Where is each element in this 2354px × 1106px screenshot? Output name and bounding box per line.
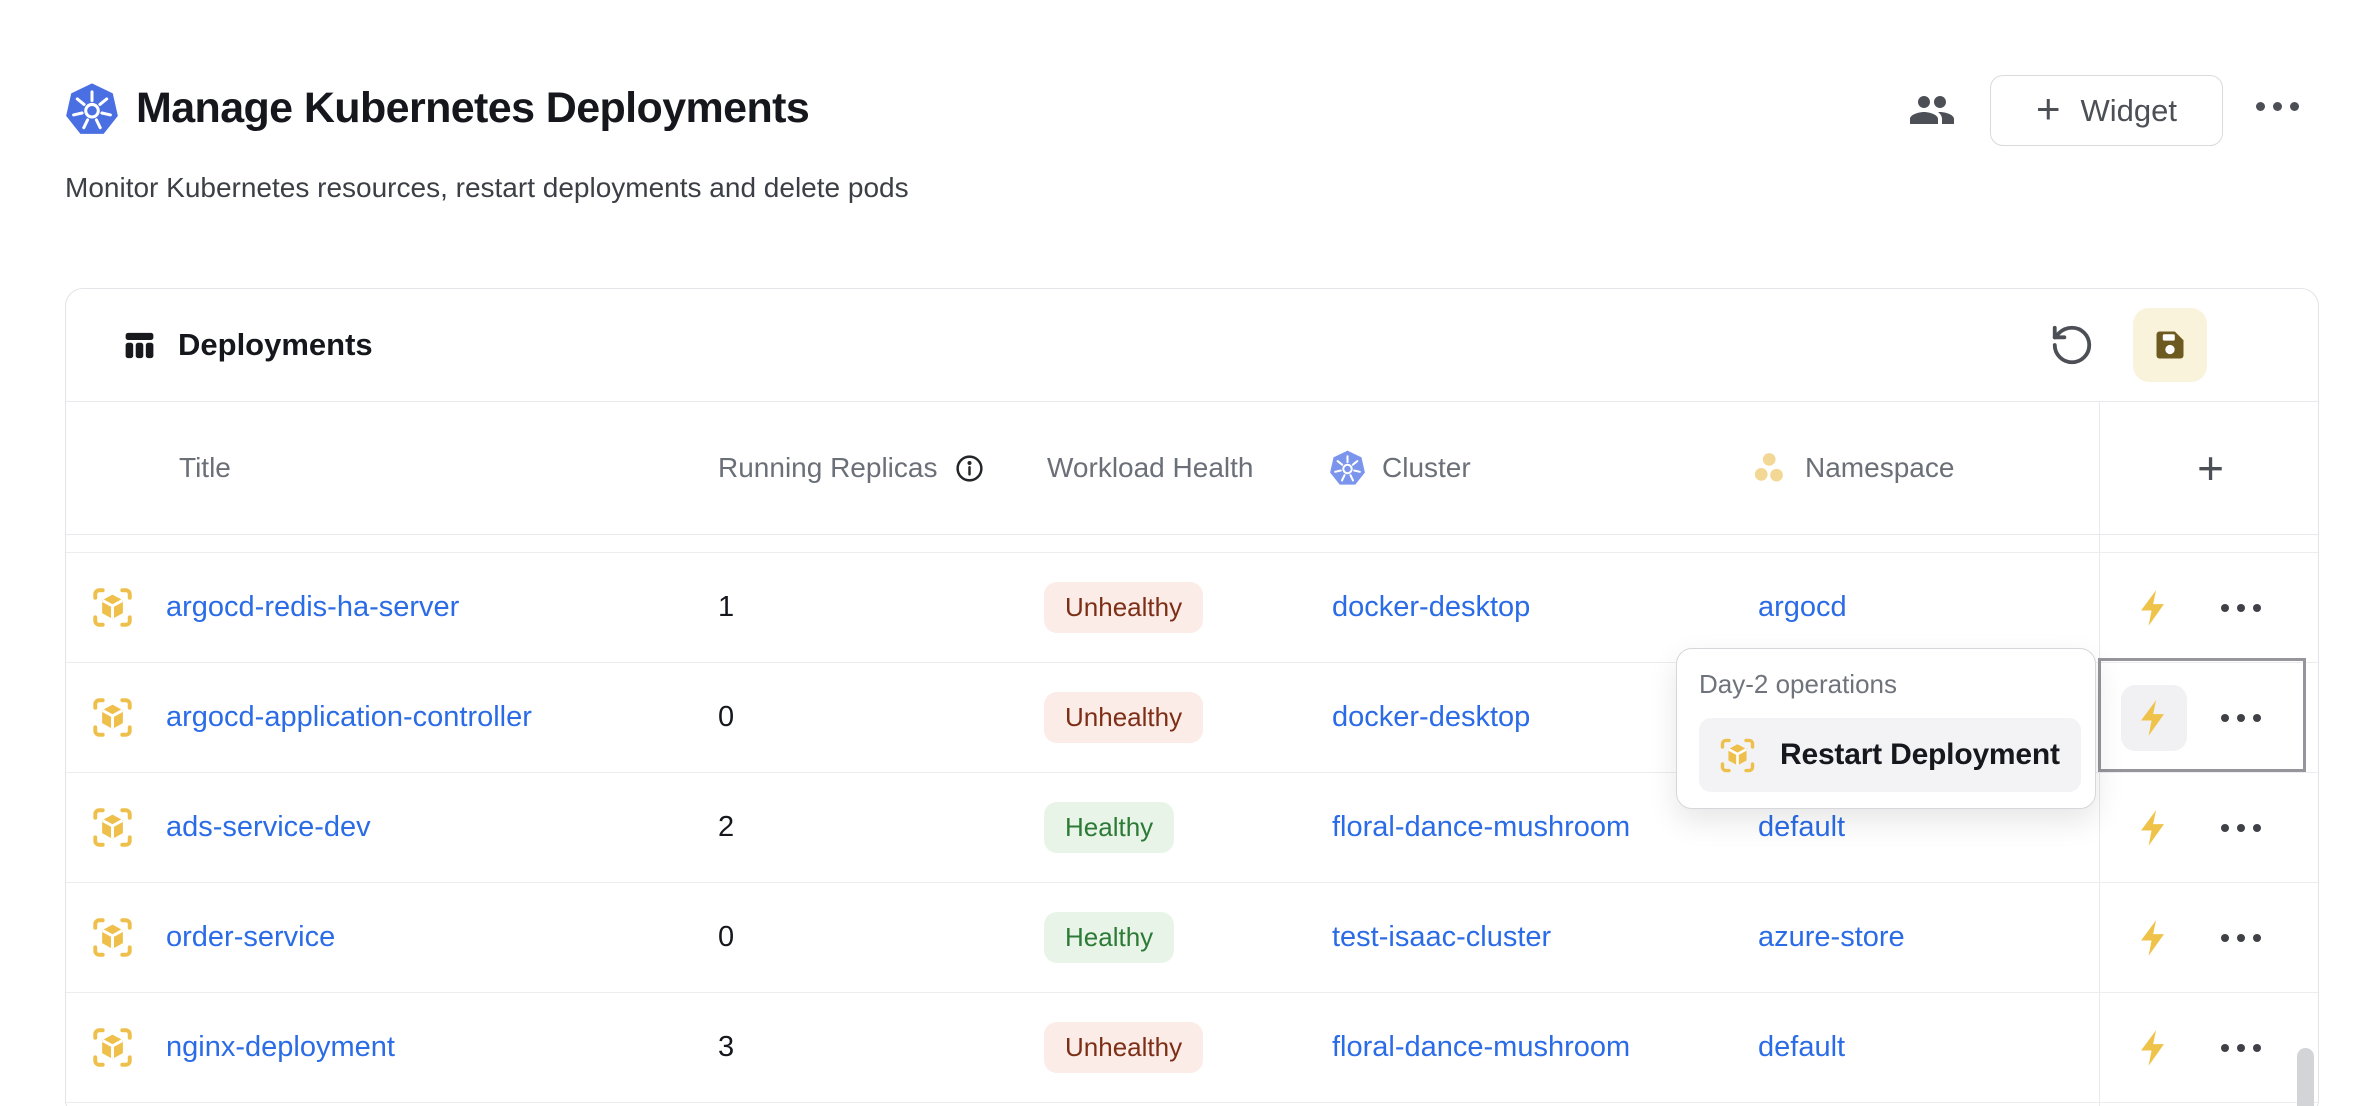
cluster-link[interactable]: docker-desktop [1332,591,1530,623]
table-bottom-border [66,1102,2318,1106]
deployment-icon [89,1024,136,1071]
health-badge: Unhealthy [1044,692,1203,743]
deployment-icon [89,584,136,631]
column-header-cluster: Cluster [1322,449,1739,488]
widget-button-label: Widget [2081,93,2177,129]
day2-operations-popup: Day-2 operations Restart Deployment [1676,648,2096,809]
scrolled-row-sliver [66,535,2318,552]
table-columns-icon [121,327,158,364]
deployment-title-link[interactable]: nginx-deployment [166,1031,395,1064]
page-title: Manage Kubernetes Deployments [136,84,809,133]
save-button[interactable] [2133,308,2207,382]
cluster-link[interactable]: test-isaac-cluster [1332,921,1551,953]
deployment-icon [1717,735,1758,776]
replicas-value: 2 [711,811,1044,844]
deployment-title-link[interactable]: argocd-application-controller [166,701,532,734]
plus-icon: + [2036,88,2061,130]
widget-title: Deployments [178,327,373,363]
page-subtitle: Monitor Kubernetes resources, restart de… [65,172,909,204]
row-menu-button[interactable] [2221,824,2261,832]
table-header-row: Title Running Replicas Workload Health [66,401,2318,535]
column-header-workload-health: Workload Health [1044,452,1322,484]
namespace-link[interactable]: argocd [1758,591,1847,623]
table-row: nginx-deployment 3 Unhealthy floral-danc… [66,992,2318,1102]
restart-deployment-menu-item[interactable]: Restart Deployment [1699,718,2081,792]
column-header-title: Title [66,452,711,484]
zap-icon[interactable] [2133,807,2175,849]
deployment-icon [89,694,136,741]
selected-actions-cell-outline [2098,658,2306,772]
health-badge: Unhealthy [1044,1022,1203,1073]
info-icon[interactable] [954,453,985,484]
health-badge: Unhealthy [1044,582,1203,633]
undo-icon[interactable] [2049,322,2095,368]
deployment-icon [89,914,136,961]
add-widget-button[interactable]: + Widget [1990,75,2223,146]
row-menu-button[interactable] [2221,604,2261,612]
cluster-link[interactable]: docker-desktop [1332,701,1530,733]
replicas-value: 0 [711,701,1044,734]
add-column-button[interactable]: + [2101,402,2320,534]
table-row: argocd-redis-ha-server 1 Unhealthy docke… [66,552,2318,662]
namespace-icon [1751,449,1790,488]
deployment-icon [89,804,136,851]
cluster-link[interactable]: floral-dance-mushroom [1332,811,1630,843]
cluster-link[interactable]: floral-dance-mushroom [1332,1031,1630,1063]
replicas-value: 3 [711,1031,1044,1064]
menu-item-label: Restart Deployment [1780,738,2060,772]
table-row: order-service 0 Healthy test-isaac-clust… [66,882,2318,992]
deployment-title-link[interactable]: argocd-redis-ha-server [166,591,459,624]
zap-icon[interactable] [2133,587,2175,629]
kubernetes-deployments-page: Manage Kubernetes Deployments Monitor Ku… [0,0,2354,1106]
vertical-scrollbar-thumb[interactable] [2297,1048,2314,1106]
replicas-value: 0 [711,921,1044,954]
cluster-kubernetes-icon [1328,449,1367,488]
table-body: argocd-redis-ha-server 1 Unhealthy docke… [66,535,2318,1106]
namespace-link[interactable]: default [1758,1031,1845,1063]
save-icon [2152,327,2188,363]
column-header-running-replicas: Running Replicas [711,452,1044,484]
people-icon[interactable] [1908,86,1956,134]
deployment-title-link[interactable]: order-service [166,921,335,954]
column-header-namespace: Namespace [1739,449,2101,488]
popup-section-label: Day-2 operations [1699,669,2081,700]
row-menu-button[interactable] [2221,934,2261,942]
page-menu-button[interactable] [2256,102,2299,111]
health-badge: Healthy [1044,912,1174,963]
zap-icon[interactable] [2133,1027,2175,1069]
kubernetes-logo-icon [63,81,121,139]
namespace-link[interactable]: azure-store [1758,921,1905,953]
deployment-title-link[interactable]: ads-service-dev [166,811,371,844]
replicas-value: 1 [711,591,1044,624]
health-badge: Healthy [1044,802,1174,853]
namespace-link[interactable]: default [1758,811,1845,843]
row-menu-button[interactable] [2221,1044,2261,1052]
zap-icon[interactable] [2133,917,2175,959]
